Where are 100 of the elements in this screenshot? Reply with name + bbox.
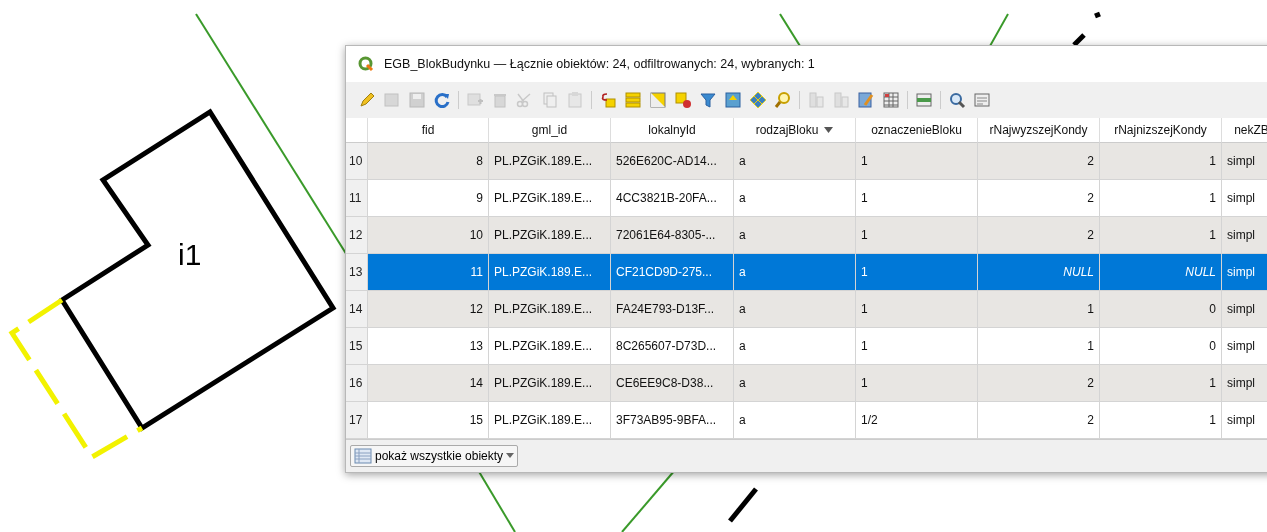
table-cell: PL.PZGiK.189.E...: [489, 401, 611, 439]
table-cell: 15: [368, 401, 489, 439]
table-cell: simpl: [1222, 216, 1267, 254]
show-all-features-button[interactable]: pokaż wszystkie obiekty: [350, 444, 519, 467]
expression-icon[interactable]: [599, 90, 617, 109]
caret-icon: [506, 453, 515, 459]
delete-field-icon[interactable]: [832, 90, 850, 109]
table-cell: a: [734, 364, 856, 402]
table-cell: 8: [368, 142, 489, 180]
column-header[interactable]: fid: [368, 117, 489, 143]
table-cell: PL.PZGiK.189.E...: [489, 142, 611, 180]
pan-icon[interactable]: [749, 90, 767, 109]
table-cell: 2: [978, 142, 1100, 180]
filter-icon[interactable]: [699, 90, 717, 109]
table-cell: 1/2: [856, 401, 978, 439]
table-cell: 1: [856, 142, 978, 180]
select-all-icon[interactable]: [624, 90, 642, 109]
table-cell: simpl: [1222, 290, 1267, 328]
table-cell: 9: [368, 179, 489, 217]
table-cell: 1: [856, 179, 978, 217]
table-cell: CF21CD9D-275...: [611, 253, 734, 291]
table-cell: a: [734, 179, 856, 217]
column-header[interactable]: lokalnyId: [611, 117, 734, 143]
table-cell: simpl: [1222, 401, 1267, 439]
table-cell: 2: [978, 216, 1100, 254]
conditional-format-icon[interactable]: [882, 90, 900, 109]
field-calculator-icon[interactable]: [857, 90, 875, 109]
table-cell: 3F73AB95-9BFA...: [611, 401, 734, 439]
form-view-icon[interactable]: [973, 90, 991, 109]
table-cell: 1: [978, 290, 1100, 328]
table-cell: 12: [368, 290, 489, 328]
table-cell: 2: [978, 401, 1100, 439]
table-cell: simpl: [1222, 364, 1267, 402]
column-header[interactable]: rNajnizszejKondy: [1100, 117, 1222, 143]
table-cell: simpl: [1222, 142, 1267, 180]
table-cell: a: [734, 290, 856, 328]
table-cell: 1: [1100, 401, 1222, 439]
row-number[interactable]: 15: [346, 327, 368, 365]
table-cell: PL.PZGiK.189.E...: [489, 327, 611, 365]
table-cell: NULL: [1100, 253, 1222, 291]
copy-icon[interactable]: [541, 90, 559, 109]
table-cell: 1: [978, 327, 1100, 365]
row-number[interactable]: 13: [346, 253, 368, 291]
table-cell: 11: [368, 253, 489, 291]
column-header[interactable]: rNajwyzszejKondy: [978, 117, 1100, 143]
window-title: EGB_BlokBudynku — Łącznie obiektów: 24, odfiltrowanych: 24, wybranych: 1: [384, 56, 815, 71]
table-cell: PL.PZGiK.189.E...: [489, 253, 611, 291]
table-cell: PL.PZGiK.189.E...: [489, 364, 611, 402]
refresh-icon[interactable]: [433, 90, 451, 109]
actions-icon[interactable]: [948, 90, 966, 109]
table-cell: 526E620C-AD14...: [611, 142, 734, 180]
pencil-icon[interactable]: [358, 90, 376, 109]
multi-edit-icon[interactable]: [383, 90, 401, 109]
table-cell: 1: [1100, 364, 1222, 402]
table-cell: PL.PZGiK.189.E...: [489, 179, 611, 217]
table-cell: 1: [1100, 142, 1222, 180]
column-header[interactable]: oznaczenieBloku: [856, 117, 978, 143]
table-cell: simpl: [1222, 327, 1267, 365]
table-cell: a: [734, 253, 856, 291]
table-cell: 8C265607-D73D...: [611, 327, 734, 365]
table-cell: 1: [1100, 179, 1222, 217]
table-cell: 0: [1100, 290, 1222, 328]
table-cell: 0: [1100, 327, 1222, 365]
table-cell: 1: [856, 290, 978, 328]
table-cell: FA24E793-D13F...: [611, 290, 734, 328]
table-cell: 1: [856, 216, 978, 254]
move-top-icon[interactable]: [724, 90, 742, 109]
paste-icon[interactable]: [566, 90, 584, 109]
row-number[interactable]: 16: [346, 364, 368, 402]
table-cell: a: [734, 216, 856, 254]
table-cell: PL.PZGiK.189.E...: [489, 216, 611, 254]
table-cell: a: [734, 142, 856, 180]
table-cell: 10: [368, 216, 489, 254]
table-cell: 1: [1100, 216, 1222, 254]
table-cell: a: [734, 401, 856, 439]
row-number[interactable]: 12: [346, 216, 368, 254]
column-header[interactable]: rodzajBloku: [734, 117, 856, 143]
invert-selection-icon[interactable]: [649, 90, 667, 109]
table-cell: simpl: [1222, 253, 1267, 291]
row-number[interactable]: 14: [346, 290, 368, 328]
app-logo-icon: [358, 55, 374, 72]
table-cell: 2: [978, 364, 1100, 402]
column-header[interactable]: gml_id: [489, 117, 611, 143]
corner-header[interactable]: [346, 117, 368, 143]
table-cell: 1: [856, 364, 978, 402]
row-number[interactable]: 10: [346, 142, 368, 180]
deselect-icon[interactable]: [674, 90, 692, 109]
save-icon[interactable]: [408, 90, 426, 109]
row-number[interactable]: 17: [346, 401, 368, 439]
new-field-icon[interactable]: [807, 90, 825, 109]
add-row-icon[interactable]: [466, 90, 484, 109]
table-cell: 2: [978, 179, 1100, 217]
table-cell: 1: [856, 327, 978, 365]
zoom-icon[interactable]: [774, 90, 792, 109]
table-cell: 72061E64-8305-...: [611, 216, 734, 254]
dock-icon[interactable]: [915, 90, 933, 109]
table-icon: [354, 447, 372, 464]
table-cell: simpl: [1222, 179, 1267, 217]
table-cell: PL.PZGiK.189.E...: [489, 290, 611, 328]
row-number[interactable]: 11: [346, 179, 368, 217]
